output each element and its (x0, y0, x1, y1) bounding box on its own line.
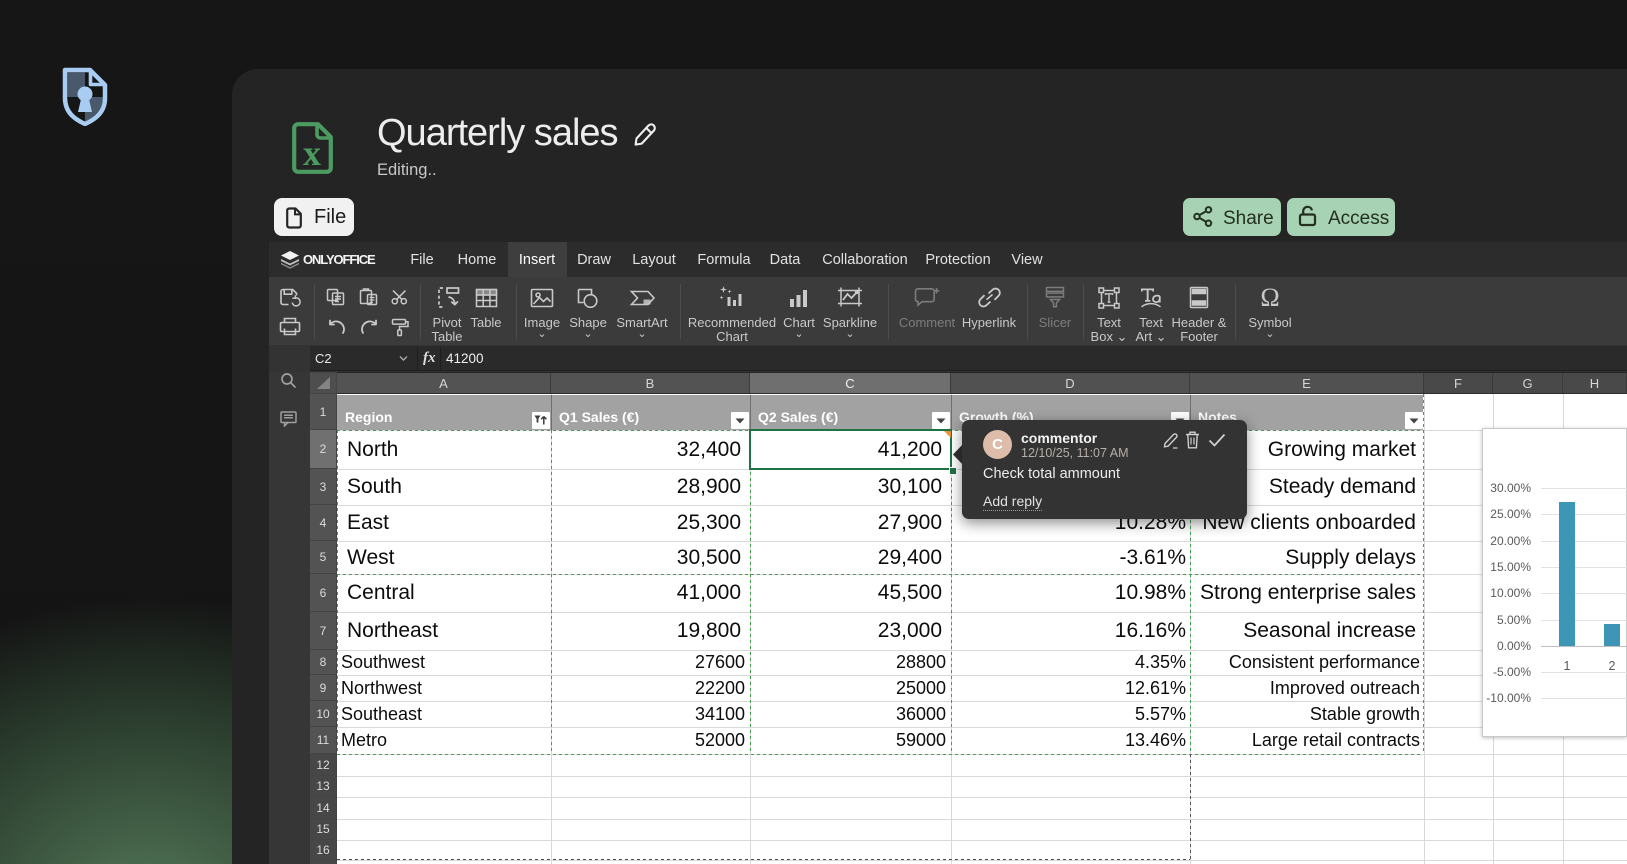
svg-text:x: x (303, 133, 321, 173)
